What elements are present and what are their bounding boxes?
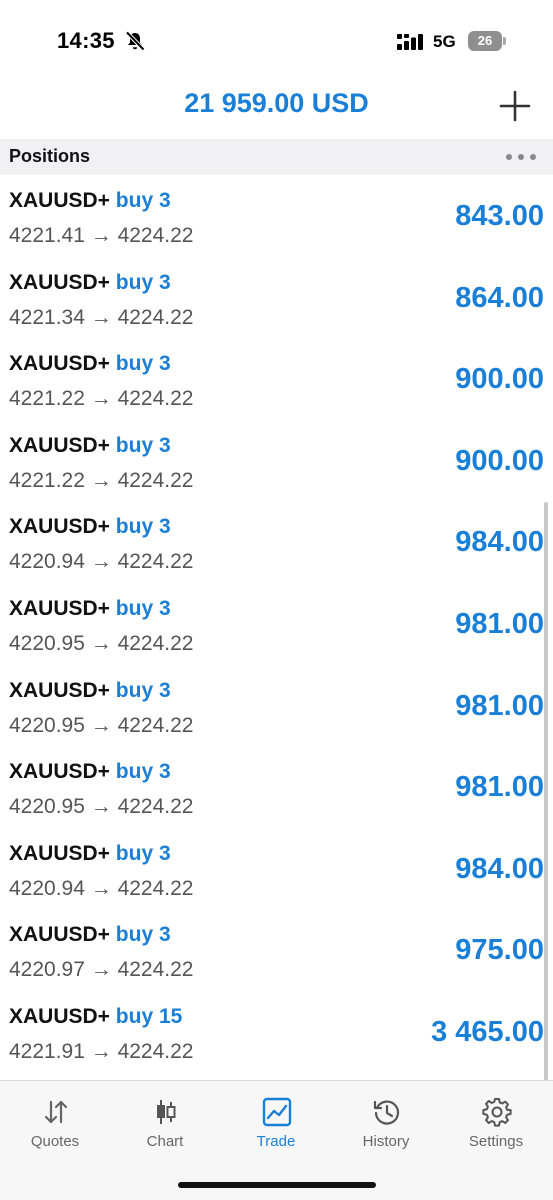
status-time: 14:35	[57, 28, 115, 53]
position-symbol-line: XAUUSD+ buy 3	[9, 760, 171, 784]
position-symbol: XAUUSD+	[9, 433, 110, 457]
positions-list: XAUUSD+ buy 3 4221.41 → 4224.22 843.00 XAUU…	[0, 176, 553, 1074]
account-balance[interactable]: 21 959.00 USD	[0, 88, 553, 119]
position-symbol-line: XAUUSD+ buy 3	[9, 842, 171, 866]
position-prices: 4220.94 → 4224.22	[9, 550, 194, 574]
history-clock-icon	[373, 1100, 400, 1125]
position-prices: 4220.94 → 4224.22	[9, 876, 194, 900]
position-symbol: XAUUSD+	[9, 1005, 110, 1028]
position-row[interactable]: XAUUSD+ buy 3 4221.22 → 4224.22 900.00	[0, 421, 553, 503]
network-label: 5G	[433, 32, 456, 51]
position-profit: 900.00	[455, 363, 544, 396]
position-symbol: XAUUSD+	[9, 270, 110, 294]
position-symbol: XAUUSD+	[9, 352, 110, 376]
position-symbol: XAUUSD+	[9, 678, 110, 702]
tab-trade[interactable]: Trade	[221, 1081, 331, 1161]
position-row[interactable]: XAUUSD+ buy 3 4221.34 → 4224.22 864.00	[0, 258, 553, 340]
position-symbol-line: XAUUSD+ buy 3	[9, 923, 171, 947]
position-symbol-line: XAUUSD+ buy 3	[9, 434, 171, 458]
position-symbol: XAUUSD+	[9, 841, 110, 865]
trade-chart-icon	[262, 1097, 292, 1127]
position-prices: 4220.95 → 4224.22	[9, 795, 194, 819]
tab-label: Settings	[468, 1133, 524, 1150]
position-symbol-line: XAUUSD+ buy 15	[9, 1005, 182, 1029]
position-symbol-line: XAUUSD+ buy 3	[9, 352, 171, 376]
battery-level: 26	[468, 31, 502, 51]
scrollbar[interactable]	[544, 502, 548, 1092]
position-type: buy 3	[115, 760, 171, 784]
position-prices: 4221.41 → 4224.22	[9, 224, 194, 247]
tab-quotes[interactable]: Quotes	[0, 1081, 110, 1161]
position-row[interactable]: XAUUSD+ buy 3 4220.95 → 4224.22 981.00	[0, 584, 553, 666]
position-type: buy 3	[115, 515, 171, 539]
position-profit: 981.00	[455, 689, 544, 722]
tab-label: Chart	[146, 1133, 184, 1150]
position-type: buy 3	[115, 597, 171, 620]
position-symbol-line: XAUUSD+ buy 3	[9, 271, 171, 295]
position-type: buy 3	[115, 923, 171, 947]
tab-label: Trade	[256, 1133, 296, 1150]
tab-chart[interactable]: Chart	[110, 1081, 220, 1161]
position-type: buy 3	[115, 270, 171, 294]
bell-muted-icon	[125, 31, 145, 51]
gear-icon	[482, 1098, 512, 1127]
position-symbol-line: XAUUSD+ buy 3	[9, 679, 171, 703]
position-profit: 3 465.00	[431, 1016, 544, 1048]
position-type: buy 3	[115, 433, 171, 457]
position-profit: 981.00	[455, 771, 544, 804]
position-prices: 4221.34 → 4224.22	[9, 305, 194, 329]
position-row[interactable]: XAUUSD+ buy 15 4221.91 → 4224.22 3 465.00	[0, 992, 553, 1074]
position-symbol-line: XAUUSD+ buy 3	[9, 515, 171, 539]
position-symbol: XAUUSD+	[9, 760, 110, 784]
quotes-arrows-icon	[44, 1100, 68, 1124]
position-type: buy 15	[115, 1005, 183, 1028]
add-position-button[interactable]	[497, 88, 533, 124]
position-prices: 4221.91 → 4224.22	[9, 1040, 194, 1063]
position-prices: 4220.97 → 4224.22	[9, 958, 194, 982]
position-row[interactable]: XAUUSD+ buy 3 4221.41 → 4224.22 843.00	[0, 176, 553, 258]
position-profit: 975.00	[455, 934, 544, 967]
position-type: buy 3	[115, 678, 171, 702]
position-row[interactable]: XAUUSD+ buy 3 4220.94 → 4224.22 984.00	[0, 502, 553, 584]
position-symbol: XAUUSD+	[9, 515, 110, 539]
position-row[interactable]: XAUUSD+ buy 3 4220.95 → 4224.22 981.00	[0, 666, 553, 748]
status-bar: 14:35 5G 26	[0, 0, 553, 80]
position-row[interactable]: XAUUSD+ buy 3 4220.94 → 4224.22 984.00	[0, 829, 553, 911]
position-prices: 4220.95 → 4224.22	[9, 632, 194, 655]
position-profit: 984.00	[455, 526, 544, 559]
position-symbol-line: XAUUSD+ buy 3	[9, 597, 171, 621]
tab-label: Quotes	[30, 1133, 80, 1150]
position-row[interactable]: XAUUSD+ buy 3 4221.22 → 4224.22 900.00	[0, 339, 553, 421]
position-profit: 864.00	[455, 281, 544, 314]
signal-icon	[397, 34, 423, 50]
position-prices: 4221.22 → 4224.22	[9, 387, 194, 411]
tab-history[interactable]: History	[331, 1081, 441, 1161]
position-prices: 4221.22 → 4224.22	[9, 468, 194, 492]
candlestick-icon	[157, 1100, 176, 1124]
position-profit: 984.00	[455, 852, 544, 885]
battery-tip	[503, 37, 506, 45]
tab-label: History	[362, 1133, 410, 1150]
tab-settings[interactable]: Settings	[441, 1081, 551, 1161]
position-symbol-line: XAUUSD+ buy 3	[9, 189, 171, 213]
position-symbol: XAUUSD+	[9, 923, 110, 947]
position-type: buy 3	[115, 841, 171, 865]
position-profit: 900.00	[455, 444, 544, 477]
position-profit: 843.00	[455, 200, 544, 232]
positions-section-header: Positions	[0, 139, 553, 175]
position-prices: 4220.95 → 4224.22	[9, 713, 194, 737]
position-symbol: XAUUSD+	[9, 189, 110, 212]
more-options-icon[interactable]	[504, 147, 538, 167]
home-indicator[interactable]	[178, 1182, 376, 1188]
position-type: buy 3	[115, 189, 171, 212]
position-type: buy 3	[115, 352, 171, 376]
position-row[interactable]: XAUUSD+ buy 3 4220.97 → 4224.22 975.00	[0, 910, 553, 992]
section-title: Positions	[9, 146, 91, 166]
header: 21 959.00 USD	[0, 80, 553, 136]
position-row[interactable]: XAUUSD+ buy 3 4220.95 → 4224.22 981.00	[0, 747, 553, 829]
position-profit: 981.00	[455, 608, 544, 640]
position-symbol: XAUUSD+	[9, 597, 110, 620]
battery-icon: 26	[468, 31, 506, 51]
